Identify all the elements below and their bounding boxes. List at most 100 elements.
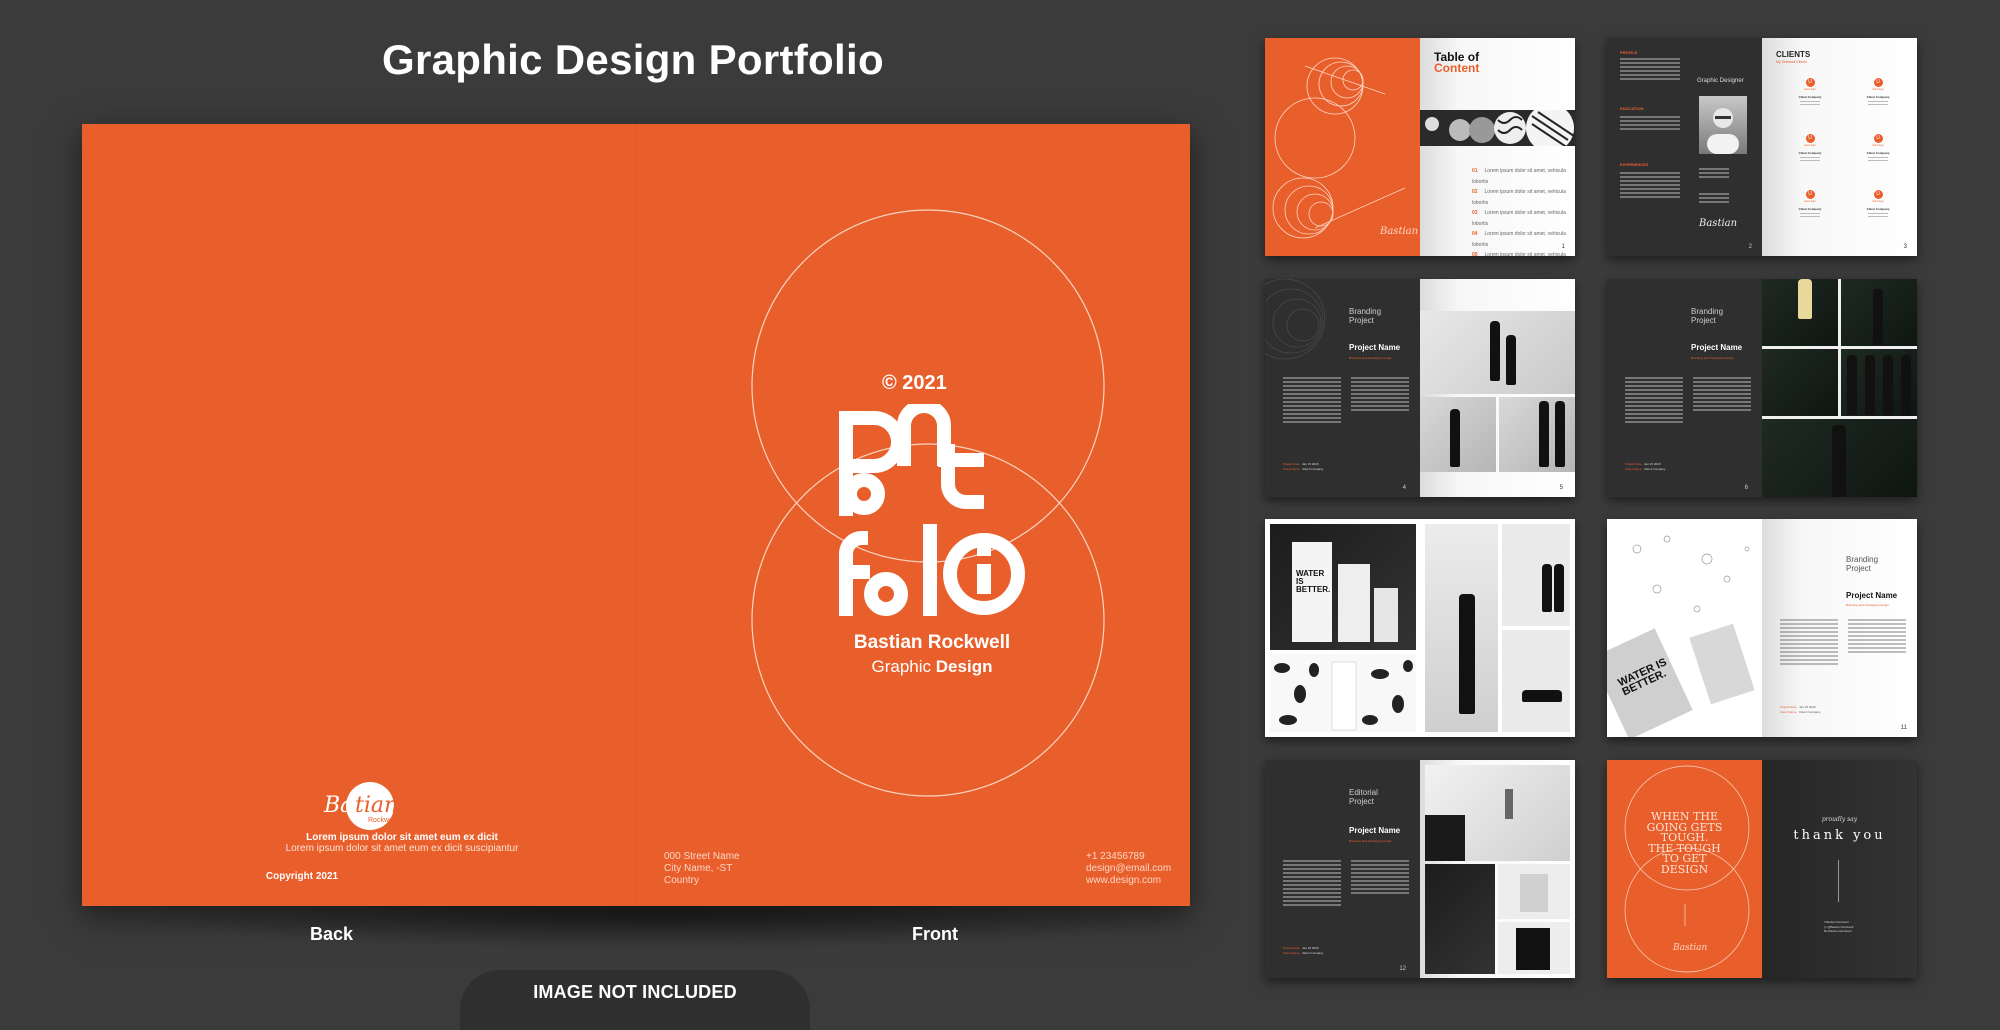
bottle-photo bbox=[1499, 397, 1575, 472]
closing-left-page: WHEN THE GOING GETS TOUGH. THE TOUGH TO GET D… bbox=[1607, 760, 1762, 978]
client-company: Client Company bbox=[1866, 151, 1890, 155]
toc-item[interactable]: 03 Lorem ipsum dolor sit amet, vehicula … bbox=[1472, 208, 1575, 229]
thumbnail-table-of-content[interactable]: Bastian Table of Content 01 Lorem ipsum … bbox=[1265, 38, 1575, 256]
education-text bbox=[1620, 116, 1680, 132]
toc-list: 01 Lorem ipsum dolor sit amet, vehicula … bbox=[1472, 166, 1575, 256]
person-avatar-icon bbox=[1707, 108, 1739, 154]
toc-item[interactable]: 04 Lorem ipsum dolor sit amet, vehicula … bbox=[1472, 229, 1575, 250]
label-back: Back bbox=[310, 924, 354, 944]
project-subtitle: Branding and Packaging Design bbox=[1349, 356, 1392, 360]
profile-role: Graphic Designer bbox=[1697, 78, 1744, 84]
water-bubbles-icon bbox=[1632, 535, 1750, 613]
client-logo-icon: U bbox=[1805, 78, 1815, 87]
closing-right-page: proudly say thank you f Bastian Rockwell… bbox=[1762, 760, 1917, 978]
front-address: 000 Street Name City Name, -ST Country bbox=[664, 851, 740, 887]
toc-item[interactable]: 02 Lorem ipsum dolor sit amet, vehicula … bbox=[1472, 187, 1575, 208]
bottle-photo bbox=[1425, 524, 1498, 732]
profile-left-page: PROFILE EDUCATION EXPERIENCES Graphic De… bbox=[1607, 38, 1762, 256]
branding2-right-page bbox=[1762, 279, 1917, 497]
client-logo-icon: U bbox=[1873, 134, 1883, 143]
thumbnail-editorial-project[interactable]: Editorial Project Project Name Branding a… bbox=[1265, 760, 1575, 978]
toc-title-line2: Content bbox=[1434, 61, 1480, 75]
experiences-text bbox=[1620, 172, 1680, 200]
front-author-name: Bastian Rockwell bbox=[853, 632, 1011, 653]
toc-pattern-banner bbox=[1420, 104, 1575, 152]
client-logo-label: client logo bbox=[1804, 144, 1816, 147]
page-number: 3 bbox=[1903, 244, 1907, 250]
thumbnail-photo-gallery[interactable]: WATER IS BETTER. bbox=[1265, 519, 1575, 737]
section-experiences: EXPERIENCES bbox=[1620, 162, 1649, 167]
bottle-photo bbox=[1420, 397, 1496, 472]
client-item: Uclient logo Client Company bbox=[1860, 134, 1896, 163]
profile-signature: Bastian bbox=[1699, 218, 1738, 229]
role-light: Graphic bbox=[871, 657, 932, 676]
social-behance[interactable]: Be Bastian Rockwell bbox=[1824, 929, 1853, 934]
address-line: City Name, -ST bbox=[664, 863, 733, 874]
client-item: Uclient logo Client Company bbox=[1792, 190, 1828, 219]
wine-photo bbox=[1762, 349, 1838, 416]
toc-signature: Bastian bbox=[1380, 226, 1419, 237]
branding3-left-page: WATER IS BETTER. bbox=[1607, 519, 1762, 737]
client-company: Client Company bbox=[1866, 95, 1890, 99]
project-name: Project Name bbox=[1349, 826, 1401, 835]
project-meta: Project Date Jan 15 2020 Client Name Cli… bbox=[1283, 946, 1324, 955]
profile-address bbox=[1699, 168, 1729, 180]
toc-item[interactable]: 01 Lorem ipsum dolor sit amet, vehicula … bbox=[1472, 166, 1575, 187]
logo-sub-text: Rockwell bbox=[368, 817, 396, 824]
page-number: 4 bbox=[1402, 485, 1406, 491]
frame-photo bbox=[1498, 922, 1570, 974]
leaves-photo bbox=[1270, 654, 1416, 732]
profile-text bbox=[1620, 58, 1680, 82]
magazine-photo bbox=[1425, 765, 1570, 861]
thumbnail-thank-you[interactable]: WHEN THE GOING GETS TOUGH. THE TOUGH TO GET D… bbox=[1607, 760, 1917, 978]
body-text bbox=[1625, 377, 1683, 425]
client-item: Uclient logo Client Company bbox=[1792, 78, 1828, 107]
page-title: Graphic Design Portfolio bbox=[382, 36, 884, 83]
thumbnail-branding-project-1[interactable]: Branding Project Project Name Branding an… bbox=[1265, 279, 1575, 497]
toc-item[interactable]: 05 Lorem ipsum dolor sit amet, vehicula … bbox=[1472, 250, 1575, 256]
client-logo-label: client logo bbox=[1872, 144, 1884, 147]
client-logo-label: client logo bbox=[1804, 88, 1816, 91]
clients-title: CLIENTS bbox=[1776, 50, 1811, 59]
body-text bbox=[1351, 377, 1409, 413]
client-item: Uclient logo Client Company bbox=[1792, 134, 1828, 163]
thumbnail-profile-clients[interactable]: PROFILE EDUCATION EXPERIENCES Graphic De… bbox=[1607, 38, 1917, 256]
page-number: 5 bbox=[1559, 485, 1563, 491]
project-name: Project Name bbox=[1691, 343, 1743, 352]
wine-photo bbox=[1762, 279, 1838, 346]
category-label: Editorial Project bbox=[1349, 788, 1378, 806]
branding1-left-page: Branding Project Project Name Branding an… bbox=[1265, 279, 1420, 497]
body-text bbox=[1848, 619, 1906, 655]
closing-signature: Bastian bbox=[1673, 943, 1708, 953]
body-text bbox=[1283, 377, 1341, 425]
back-subtagline: Lorem ipsum dolor sit amet eum ex dicit … bbox=[285, 843, 519, 854]
client-company: Client Company bbox=[1798, 95, 1822, 99]
patterned-spheres-icon bbox=[1425, 104, 1575, 152]
closing-socials: f Bastian Rockwell ◎ @Bastian Rockwell B… bbox=[1824, 920, 1853, 934]
address-line: 000 Street Name bbox=[664, 851, 740, 862]
profile-photo bbox=[1699, 96, 1747, 154]
project-meta: Project Date Jan 15 2020 Client Name Cli… bbox=[1283, 462, 1324, 471]
quote-line: DESIGN bbox=[1660, 862, 1709, 876]
bottle-photo bbox=[1502, 630, 1570, 732]
client-company: Client Company bbox=[1798, 151, 1822, 155]
project-meta: Project Date Jan 15 2020 Client Name Cli… bbox=[1780, 705, 1821, 714]
bottle-photo bbox=[1502, 524, 1570, 626]
front-year: © 2021 bbox=[882, 372, 947, 394]
branding2-left-page: Branding Project Project Name Branding an… bbox=[1607, 279, 1762, 497]
back-tagline: Lorem ipsum dolor sit amet eum ex dicit bbox=[306, 832, 498, 843]
concentric-circles-icon bbox=[1272, 57, 1406, 239]
thumbnail-branding-project-3[interactable]: WATER IS BETTER. Branding Project Project… bbox=[1607, 519, 1917, 737]
carton: WATER IS BETTER. bbox=[1607, 628, 1693, 737]
body-text bbox=[1693, 377, 1751, 413]
project-name: Project Name bbox=[1349, 343, 1401, 352]
back-copyright: Copyright 2021 bbox=[265, 871, 339, 882]
notice-text: IMAGE NOT INCLUDED bbox=[533, 982, 737, 1002]
thumbnail-branding-project-2[interactable]: Branding Project Project Name Branding an… bbox=[1607, 279, 1917, 497]
portfolio-logotype bbox=[839, 404, 1025, 616]
thank-you: thank you bbox=[1793, 828, 1886, 843]
svg-text:tian: tian bbox=[355, 793, 398, 818]
email: design@email.com bbox=[1086, 863, 1172, 874]
cover-spine bbox=[636, 124, 637, 906]
cover-spread: Bas tian Rockwell Lorem ipsum dolor sit … bbox=[82, 124, 1190, 906]
